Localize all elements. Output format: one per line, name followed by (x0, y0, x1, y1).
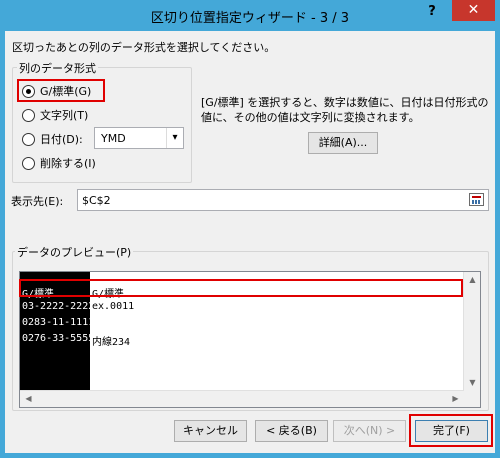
destination-input[interactable]: $C$2 (77, 189, 489, 211)
preview-group-title: データのプレビュー(P) (15, 244, 134, 260)
preview-row-1-col-1: 03-2222-2222 (22, 301, 95, 312)
scroll-down-icon[interactable]: ▼ (464, 378, 480, 387)
range-select-icon[interactable] (469, 193, 484, 206)
date-format-select[interactable]: YMD ▾ (94, 127, 184, 149)
radio-date-label: 日付(D): (40, 133, 83, 146)
back-button[interactable]: < 戻る(B) (255, 420, 328, 442)
preview-vertical-scrollbar[interactable]: ▲ ▼ (463, 272, 480, 407)
radio-text[interactable]: 文字列(T) (22, 106, 88, 124)
scroll-up-icon[interactable]: ▲ (464, 275, 480, 284)
destination-label: 表示先(E): (11, 195, 64, 208)
column-format-group-title: 列のデータ形式 (17, 60, 98, 76)
help-button[interactable]: ? (425, 4, 439, 22)
radio-text-dot[interactable] (22, 108, 35, 122)
highlight-preview-headers (19, 279, 463, 297)
highlight-general-option (17, 79, 105, 102)
title-bar[interactable]: 区切り位置指定ウィザード - 3 / 3 ? ✕ (0, 0, 500, 31)
radio-text-label: 文字列(T) (40, 109, 89, 122)
radio-skip-dot[interactable] (22, 156, 35, 170)
close-button[interactable]: ✕ (452, 0, 495, 21)
preview-row-2-col-1: 0283-11-1111 (22, 317, 95, 328)
instruction-text: 区切ったあとの列のデータ形式を選択してください。 (12, 41, 276, 54)
preview-row-1-col-2: ex.0011 (92, 301, 135, 312)
preview-horizontal-scrollbar[interactable]: ◀ ▶ (20, 390, 464, 407)
next-button[interactable]: 次へ(N) > (333, 420, 406, 442)
radio-date-dot[interactable] (22, 132, 35, 146)
dialog-window: 区切り位置指定ウィザード - 3 / 3 ? ✕ 区切ったあとの列のデータ形式を… (0, 0, 500, 458)
radio-date[interactable]: 日付(D): (22, 130, 83, 148)
dialog-body: 区切ったあとの列のデータ形式を選択してください。 列のデータ形式 G/標準(G)… (5, 31, 495, 453)
format-description-line-2: 値に、その他の値は文字列に変換されます。 (201, 111, 420, 124)
date-format-value: YMD (101, 132, 126, 145)
preview-row-3-col-2: 内線234 (92, 337, 131, 348)
scroll-left-icon[interactable]: ◀ (20, 394, 37, 403)
radio-skip[interactable]: 削除する(I) (22, 154, 96, 172)
chevron-down-icon[interactable]: ▾ (166, 128, 183, 148)
advanced-button[interactable]: 詳細(A)... (308, 132, 378, 154)
format-description-line-1: [G/標準] を選択すると、数字は数値に、日付は日付形式の (201, 96, 489, 109)
format-description: [G/標準] を選択すると、数字は数値に、日付は日付形式の 値に、その他の値は文… (201, 95, 489, 125)
highlight-finish-button (409, 414, 493, 447)
scroll-right-icon[interactable]: ▶ (447, 394, 464, 403)
radio-skip-label: 削除する(I) (40, 157, 96, 170)
cancel-button[interactable]: キャンセル (174, 420, 247, 442)
preview-row-3-col-1: 0276-33-5555 (22, 333, 95, 344)
destination-value: $C$2 (82, 194, 111, 207)
